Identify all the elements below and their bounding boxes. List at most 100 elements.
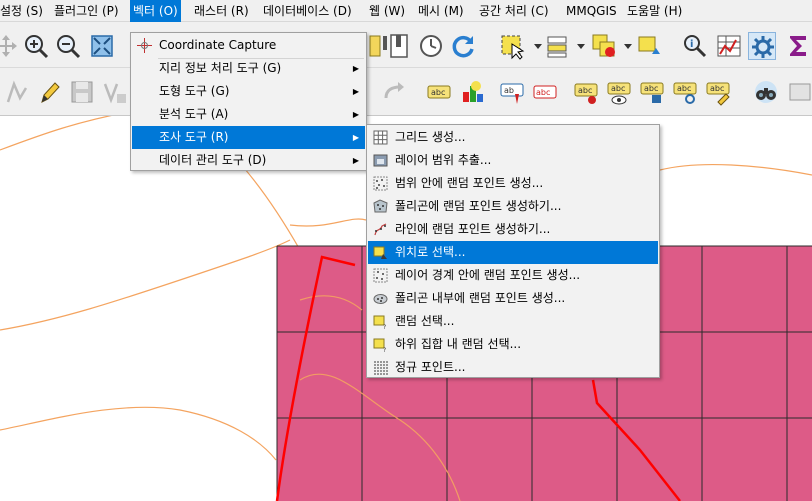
menu-item-label: 조사 도구 (R) bbox=[159, 130, 229, 144]
svg-text:abc: abc bbox=[431, 88, 445, 97]
label-show-hide-icon[interactable]: abc bbox=[605, 78, 633, 106]
menu-item-label: Coordinate Capture bbox=[159, 38, 277, 52]
menu-item-label: 라인에 랜덤 포인트 생성하기... bbox=[395, 222, 551, 236]
svg-text:abc: abc bbox=[677, 84, 691, 93]
menu-item-random-points-in-polygons[interactable]: 폴리곤에 랜덤 포인트 생성하기... bbox=[368, 195, 658, 218]
select-features-icon[interactable] bbox=[498, 32, 526, 60]
menu-item-label: 지리 정보 처리 도구 (G) bbox=[159, 61, 282, 75]
select-by-location-icon bbox=[373, 245, 388, 260]
label-unpin-icon[interactable]: abc bbox=[531, 78, 559, 106]
random-points-polygon-icon bbox=[373, 199, 388, 214]
menu-vector[interactable]: 벡터 (O) bbox=[130, 0, 181, 22]
random-points-line-icon bbox=[373, 222, 388, 237]
menu-processing[interactable]: 공간 처리 (C) bbox=[479, 0, 549, 22]
menu-item-extract-layer-extent[interactable]: 레이어 범위 추출... bbox=[368, 149, 658, 172]
random-points-bounds-icon bbox=[373, 268, 388, 283]
menu-settings[interactable]: 설정 (S) bbox=[0, 0, 43, 22]
toggle-editing-pencil-icon[interactable] bbox=[36, 78, 64, 106]
random-points-extent-icon bbox=[373, 176, 388, 191]
menu-plugins[interactable]: 플러그인 (P) bbox=[54, 0, 119, 22]
diagram-chart-icon[interactable] bbox=[458, 78, 486, 106]
label-properties-icon[interactable]: abc bbox=[704, 78, 732, 106]
svg-text:abc: abc bbox=[710, 84, 724, 93]
menu-bar: 설정 (S) 플러그인 (P) 벡터 (O) 래스터 (R) 데이터베이스 (D… bbox=[0, 0, 812, 22]
menu-help[interactable]: 도움말 (H) bbox=[627, 0, 682, 22]
menu-item-label: 분석 도구 (A) bbox=[159, 107, 229, 121]
menu-item-coordinate-capture[interactable]: Coordinate Capture bbox=[132, 34, 365, 57]
menu-item-label: 레이어 경계 안에 랜덤 포인트 생성... bbox=[395, 268, 581, 282]
toolbar-item-icon[interactable] bbox=[786, 78, 812, 106]
label-move-icon[interactable]: abc bbox=[572, 78, 600, 106]
zoom-in-icon[interactable] bbox=[22, 32, 50, 60]
label-tool-icon[interactable]: abc bbox=[425, 78, 453, 106]
label-rotate-icon[interactable]: abc bbox=[671, 78, 699, 106]
zoom-full-icon[interactable] bbox=[88, 32, 116, 60]
menu-item-random-selection[interactable]: ? 랜덤 선택... bbox=[368, 310, 658, 333]
submenu-arrow-icon: ▶ bbox=[352, 87, 359, 96]
layer-extent-icon bbox=[373, 153, 388, 168]
menu-item-label: 데이터 관리 도구 (D) bbox=[159, 153, 267, 167]
menu-database[interactable]: 데이터베이스 (D) bbox=[263, 0, 352, 22]
menu-item-select-by-location[interactable]: 위치로 선택... bbox=[368, 241, 658, 264]
svg-text:?: ? bbox=[383, 347, 386, 352]
statistics-sigma-icon[interactable] bbox=[784, 32, 812, 60]
menu-web[interactable]: 웹 (W) bbox=[369, 0, 405, 22]
plugin-binoculars-icon[interactable] bbox=[752, 78, 780, 106]
menu-item-label: 그리드 생성... bbox=[395, 130, 466, 144]
identify-features-icon[interactable]: i bbox=[681, 32, 709, 60]
refresh-icon[interactable] bbox=[449, 32, 477, 60]
menu-mesh[interactable]: 메시 (M) bbox=[418, 0, 464, 22]
regular-points-icon bbox=[373, 360, 388, 375]
add-feature-icon[interactable] bbox=[101, 78, 129, 106]
random-subset-icon: ? bbox=[373, 337, 388, 352]
zoom-out-icon[interactable] bbox=[54, 32, 82, 60]
attribute-table-icon[interactable] bbox=[715, 32, 743, 60]
temporal-clock-icon[interactable] bbox=[417, 32, 445, 60]
save-edits-icon[interactable] bbox=[68, 78, 96, 106]
menu-item-label: 랜덤 선택... bbox=[395, 314, 455, 328]
pan-icon[interactable] bbox=[0, 32, 20, 60]
bookmark-icon[interactable] bbox=[386, 32, 414, 60]
menu-item-label: 레이어 범위 추출... bbox=[395, 153, 492, 167]
menu-item-random-points-on-lines[interactable]: 라인에 랜덤 포인트 생성하기... bbox=[368, 218, 658, 241]
menu-item-geometry-tools[interactable]: 도형 도구 (G) ▶ bbox=[132, 80, 365, 103]
svg-text:ab: ab bbox=[504, 86, 514, 95]
submenu-arrow-icon: ▶ bbox=[352, 110, 359, 119]
crosshair-icon bbox=[137, 38, 152, 53]
menu-item-regular-points[interactable]: 정규 포인트... bbox=[368, 356, 658, 379]
menu-mmqgis[interactable]: MMQGIS bbox=[566, 0, 617, 22]
label-toolbar: abc ab abc abc abc abc abc abc bbox=[0, 68, 812, 116]
menu-item-random-points-in-layer-bounds[interactable]: 레이어 경계 안에 랜덤 포인트 생성... bbox=[368, 264, 658, 287]
svg-text:abc: abc bbox=[536, 88, 550, 97]
svg-text:abc: abc bbox=[644, 84, 658, 93]
submenu-arrow-icon: ▶ bbox=[352, 156, 359, 165]
menu-item-label: 위치로 선택... bbox=[395, 245, 466, 259]
menu-item-random-points-inside-polygons[interactable]: 폴리곤 내부에 랜덤 포인트 생성... bbox=[368, 287, 658, 310]
menu-item-random-selection-within-subsets[interactable]: ? 하위 집합 내 랜덤 선택... bbox=[368, 333, 658, 356]
svg-text:abc: abc bbox=[611, 84, 625, 93]
svg-text:?: ? bbox=[383, 324, 386, 329]
menu-item-geoprocessing-tools[interactable]: 지리 정보 처리 도구 (G) ▶ bbox=[132, 57, 365, 80]
digitize-icon[interactable] bbox=[4, 78, 32, 106]
svg-text:abc: abc bbox=[578, 86, 592, 95]
menu-item-label: 폴리곤에 랜덤 포인트 생성하기... bbox=[395, 199, 562, 213]
settings-gear-icon[interactable] bbox=[748, 32, 776, 60]
menu-item-data-management-tools[interactable]: 데이터 관리 도구 (D) ▶ bbox=[132, 149, 365, 172]
menu-item-random-points-in-extent[interactable]: 범위 안에 랜덤 포인트 생성... bbox=[368, 172, 658, 195]
label-pin-icon[interactable]: ab bbox=[498, 78, 526, 106]
label-move-arrow-icon[interactable]: abc bbox=[638, 78, 666, 106]
research-tools-submenu: 그리드 생성... 레이어 범위 추출... 범위 안에 랜덤 포인트 생성..… bbox=[366, 124, 660, 378]
menu-item-label: 폴리곤 내부에 랜덤 포인트 생성... bbox=[395, 291, 566, 305]
select-location-icon[interactable] bbox=[636, 32, 664, 60]
svg-text:i: i bbox=[690, 39, 693, 50]
menu-item-research-tools[interactable]: 조사 도구 (R) ▶ bbox=[132, 126, 365, 149]
vector-menu-dropdown: Coordinate Capture 지리 정보 처리 도구 (G) ▶ 도형 … bbox=[130, 32, 367, 171]
menu-item-label: 정규 포인트... bbox=[395, 360, 466, 374]
submenu-arrow-icon: ▶ bbox=[352, 133, 359, 142]
menu-item-create-grid[interactable]: 그리드 생성... bbox=[368, 126, 658, 149]
menu-raster[interactable]: 래스터 (R) bbox=[194, 0, 249, 22]
submenu-arrow-icon: ▶ bbox=[352, 64, 359, 73]
redo-arrow-icon[interactable] bbox=[380, 78, 408, 106]
menu-item-analysis-tools[interactable]: 분석 도구 (A) ▶ bbox=[132, 103, 365, 126]
menu-item-label: 도형 도구 (G) bbox=[159, 84, 230, 98]
